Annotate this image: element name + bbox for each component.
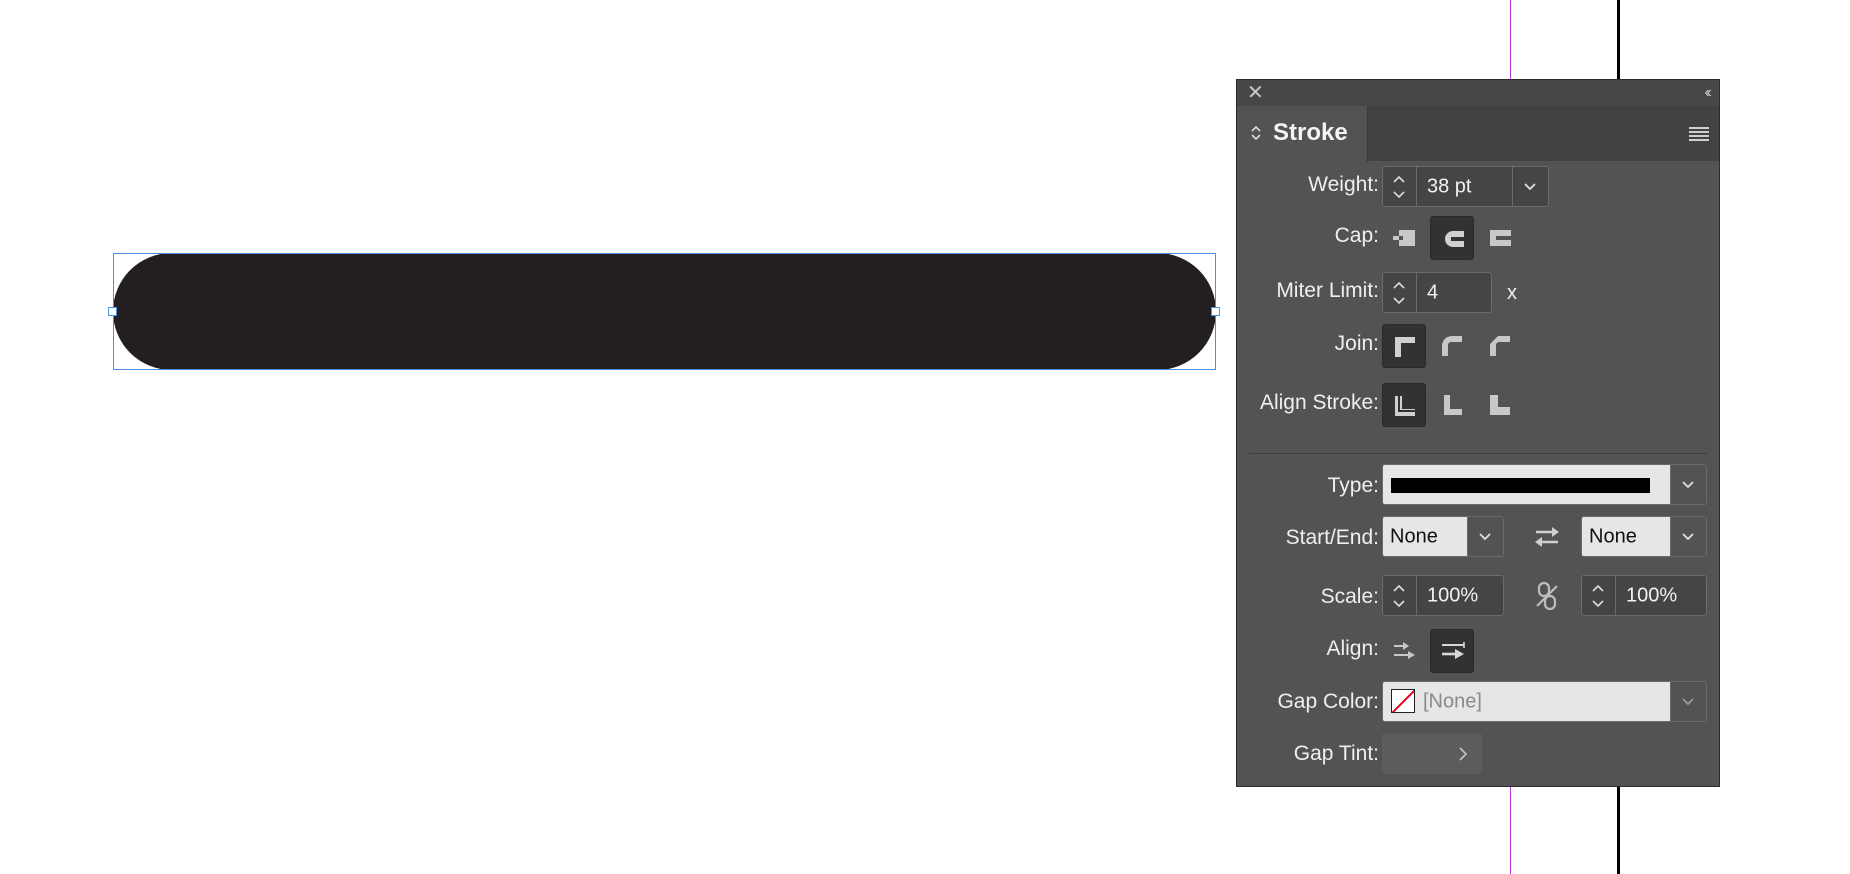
expand-collapse-icon [1251,125,1261,141]
align-tip-beyond-icon [1442,642,1465,659]
start-end-label: Start/End: [1285,526,1379,549]
gap-tint-label: Gap Tint: [1293,742,1379,765]
collapse-panel-icon[interactable]: ‹‹ [1704,82,1711,104]
butt-cap-icon [1393,230,1415,246]
none-swatch-icon [1391,689,1415,713]
gap-color-dropdown[interactable]: [None] [1382,681,1707,722]
align-stroke-label: Align Stroke: [1259,391,1379,414]
miter-limit-label: Miter Limit: [1276,279,1379,302]
path-endpoint-handle-left[interactable] [108,307,117,316]
align-stroke-inside-icon [1442,395,1462,415]
projecting-cap-button[interactable] [1478,216,1522,260]
align-label: Align: [1326,637,1379,660]
bevel-join-icon [1490,336,1510,356]
rounded-stroke-path[interactable] [113,253,1216,370]
stroke-panel: ✕ ‹‹ Stroke Weight: 38 pt Cap: Miter Lim… [1236,79,1720,787]
stroke-type-dropdown[interactable] [1382,464,1707,505]
start-arrowhead-value: None [1390,525,1438,547]
end-scale-stepper[interactable] [1582,576,1616,615]
weight-label: Weight: [1308,173,1379,196]
butt-cap-button[interactable] [1382,216,1426,260]
align-stroke-inside-button[interactable] [1430,383,1474,427]
chevron-down-icon [1479,532,1491,540]
miter-limit-suffix: x [1507,282,1517,304]
start-scale-field[interactable]: 100% [1382,575,1504,616]
end-scale-field[interactable]: 100% [1581,575,1707,616]
align-stroke-center-icon [1395,396,1415,416]
panel-tab-row: Stroke [1237,106,1719,162]
miter-limit-field[interactable]: 4 [1382,272,1492,313]
miter-join-icon [1395,337,1415,357]
chevron-down-icon [1524,182,1536,190]
align-stroke-outside-icon [1490,395,1510,415]
start-scale-value[interactable]: 100% [1427,584,1478,607]
start-arrowhead-dropdown[interactable]: None [1382,516,1504,557]
weight-field[interactable]: 38 pt [1382,166,1549,207]
end-scale-value[interactable]: 100% [1626,584,1677,607]
round-join-icon [1442,336,1462,356]
end-arrowhead-value: None [1589,525,1637,547]
gap-color-label: Gap Color: [1277,690,1379,713]
align-tip-inside-icon [1394,642,1415,659]
round-cap-icon [1445,231,1464,247]
bevel-join-button[interactable] [1478,324,1522,368]
round-join-button[interactable] [1430,324,1474,368]
scale-label: Scale: [1320,585,1379,608]
stroke-type-dropdown-button[interactable] [1670,465,1706,504]
end-arrowhead-dropdown[interactable]: None [1581,516,1707,557]
chevron-down-icon [1682,697,1694,705]
miter-join-button[interactable] [1382,324,1426,368]
gap-tint-field[interactable] [1382,733,1482,774]
miter-limit-stepper[interactable] [1383,273,1417,312]
start-arrowhead-dropdown-button[interactable] [1467,517,1503,556]
start-scale-stepper[interactable] [1383,576,1417,615]
path-endpoint-handle-right[interactable] [1211,307,1220,316]
gap-color-dropdown-button[interactable] [1670,682,1706,721]
cap-label: Cap: [1334,224,1379,247]
swap-arrows-icon[interactable] [1532,524,1562,550]
chevron-right-icon [1459,747,1468,761]
align-tip-beyond-button[interactable] [1430,629,1474,673]
align-stroke-center-button[interactable] [1382,383,1426,427]
miter-limit-value[interactable]: 4 [1427,281,1438,304]
tab-label: Stroke [1273,119,1348,146]
document-canvas[interactable]: ✕ ‹‹ Stroke Weight: 38 pt Cap: Miter Lim… [0,0,1850,874]
panel-divider [1249,453,1707,454]
panel-titlebar[interactable]: ✕ ‹‹ [1237,80,1719,107]
chevron-down-icon [1682,532,1694,540]
solid-stroke-preview [1391,477,1650,493]
gap-color-value: [None] [1423,690,1482,712]
tab-stroke[interactable]: Stroke [1237,106,1368,162]
chevron-down-icon [1682,480,1694,488]
weight-value[interactable]: 38 pt [1427,175,1471,198]
type-label: Type: [1327,474,1379,497]
end-arrowhead-dropdown-button[interactable] [1670,517,1706,556]
round-cap-button[interactable] [1430,216,1474,260]
weight-dropdown-button[interactable] [1512,167,1548,206]
align-tip-inside-button[interactable] [1382,629,1426,673]
projecting-cap-icon [1490,230,1511,246]
align-stroke-outside-button[interactable] [1478,383,1522,427]
weight-stepper[interactable] [1383,167,1417,206]
unlink-scale-icon[interactable] [1534,580,1560,612]
panel-menu-icon[interactable] [1689,126,1709,142]
join-label: Join: [1334,332,1379,355]
close-icon[interactable]: ✕ [1247,82,1264,104]
